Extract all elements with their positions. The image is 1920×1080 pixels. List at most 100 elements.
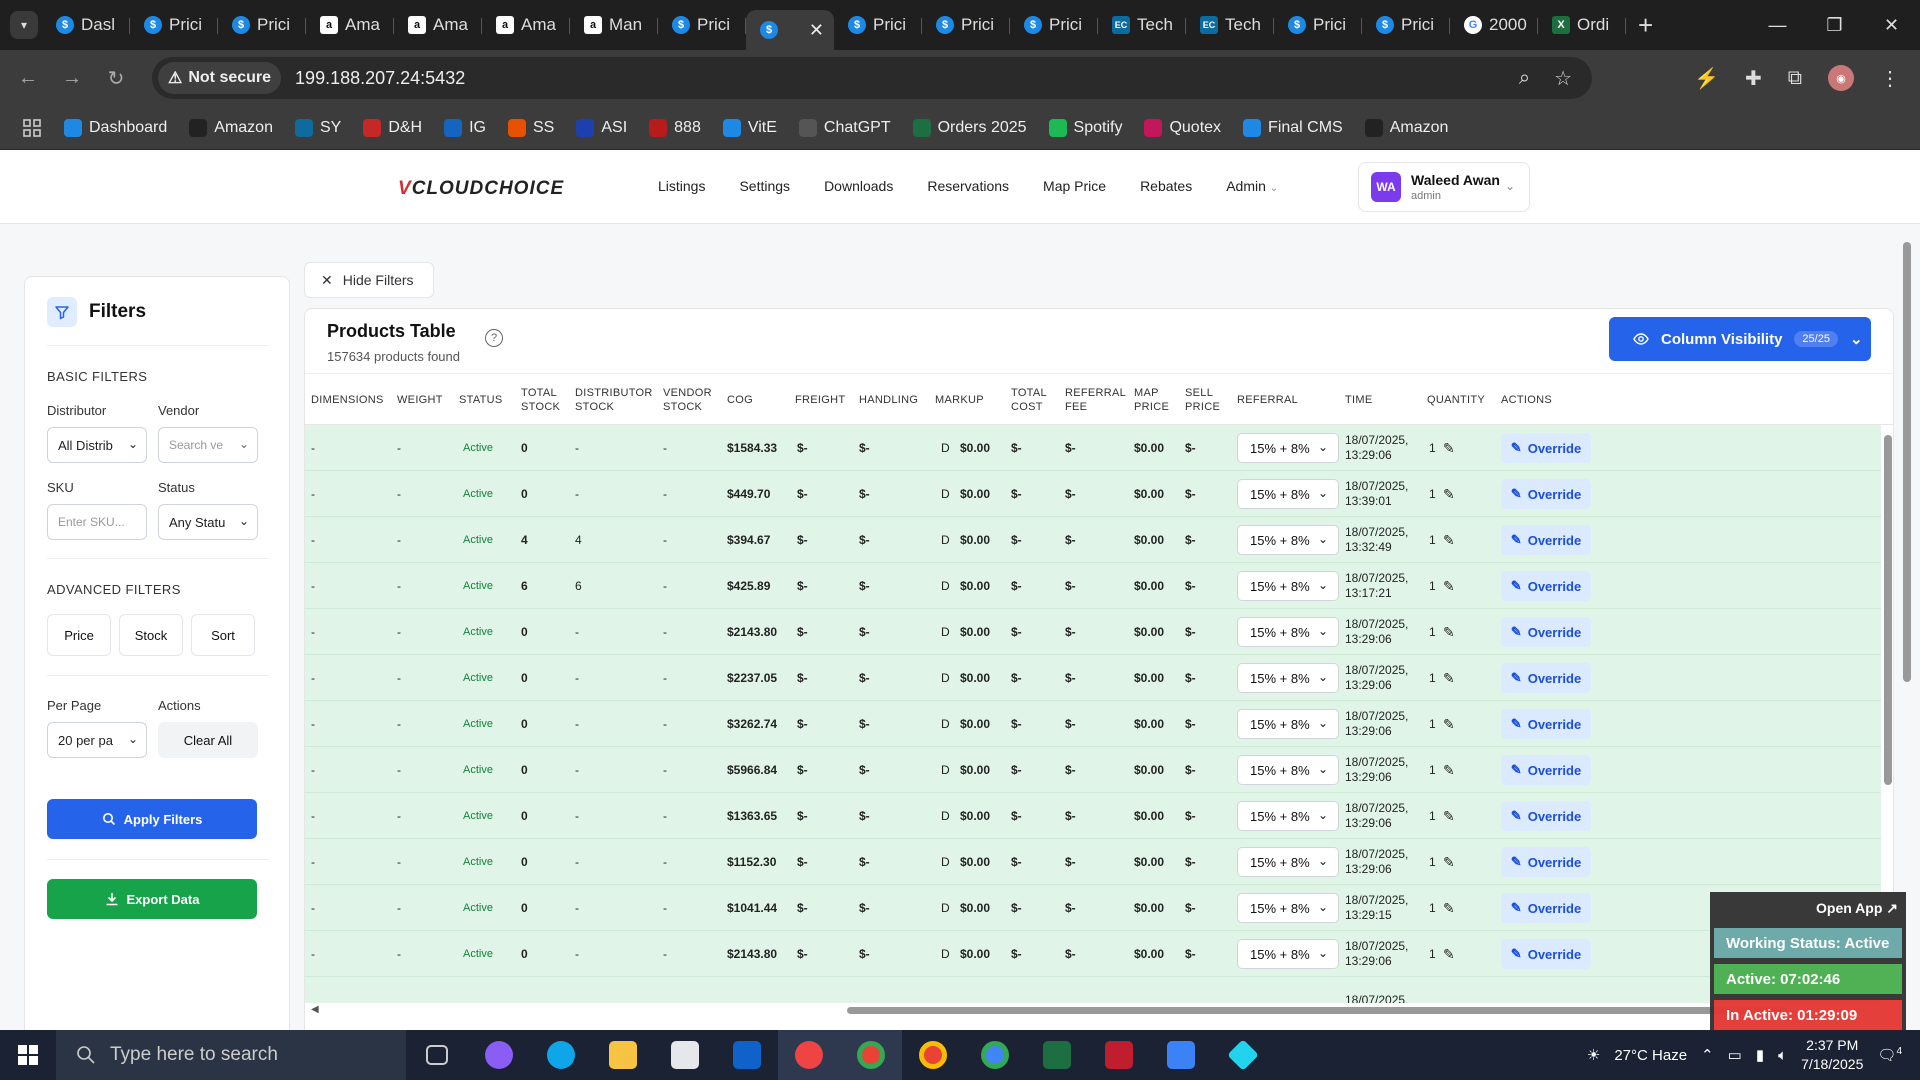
column-header[interactable]: MARKUP (935, 374, 984, 426)
freight-cell[interactable]: $- (797, 701, 808, 747)
copilot-icon[interactable] (468, 1030, 530, 1080)
volume-icon[interactable]: 🔈︎ (1778, 1047, 1787, 1064)
column-header[interactable]: FREIGHT (795, 374, 845, 426)
bookmark-item[interactable]: IG (444, 118, 486, 137)
column-header[interactable]: STATUS (459, 374, 503, 426)
override-button[interactable]: ✎ Override (1501, 755, 1591, 785)
override-button[interactable]: ✎ Override (1501, 663, 1591, 693)
zoom-icon[interactable]: ⌕ (1519, 67, 1530, 90)
apply-filters-button[interactable]: Apply Filters (47, 799, 257, 839)
referral-select[interactable]: 15% + 8% ⌄ (1237, 571, 1339, 601)
referral-select[interactable]: 15% + 8% ⌄ (1237, 847, 1339, 877)
browser-tab[interactable]: a Ama (306, 8, 394, 42)
override-button[interactable]: ✎ Override (1501, 479, 1591, 509)
status-select[interactable]: Any Statu ⌄ (158, 504, 258, 540)
excel-icon[interactable] (1026, 1030, 1088, 1080)
nav-downloads[interactable]: Downloads (824, 178, 893, 194)
omnibox[interactable]: ⚠ Not secure 199.188.207.24:5432 ⌕ ☆ (152, 57, 1592, 99)
browser-tab[interactable]: EC Tech (1186, 8, 1274, 42)
table-row[interactable]: - - Active 0 - - $2143.80 $- $- D $0.00 $- $- $0.00 $-… (305, 931, 1893, 977)
browser-tab[interactable]: $ Prici (1274, 8, 1362, 42)
freight-cell[interactable]: $- (797, 425, 808, 471)
column-header[interactable]: REFERRAL FEE (1065, 374, 1126, 426)
column-header[interactable]: QUANTITY (1427, 374, 1485, 426)
scroll-left-arrow-icon[interactable]: ◀ (311, 1004, 319, 1015)
edit-quantity-icon[interactable]: ✎ (1443, 425, 1455, 471)
bookmark-item[interactable]: ASI (576, 118, 627, 137)
freight-cell[interactable]: $- (797, 793, 808, 839)
task-view-icon[interactable] (406, 1030, 468, 1080)
file-explorer-icon[interactable] (592, 1030, 654, 1080)
column-header[interactable]: DISTRIBUTOR STOCK (575, 374, 653, 426)
override-button[interactable]: ✎ Override (1501, 801, 1591, 831)
freight-cell[interactable]: $- (797, 471, 808, 517)
extension-icon[interactable]: ⚡ (1694, 66, 1719, 91)
table-row[interactable]: - - Active 0 - - $1152.30 $- $- D $0.00 $- $- $0.00 $-… (305, 839, 1893, 885)
sku-input[interactable]: Enter SKU... (47, 504, 147, 540)
bookmark-item[interactable]: Spotify (1048, 118, 1122, 137)
tab-search-button[interactable]: ▾ (10, 11, 38, 39)
bookmark-item[interactable]: ChatGPT (798, 118, 891, 137)
browser-tab[interactable]: a Man (570, 8, 658, 42)
store-icon[interactable] (654, 1030, 716, 1080)
table-row[interactable]: - - Active 4 4 - $394.67 $- $- D $0.00 $- $- $0.00 $- 1… (305, 517, 1893, 563)
bookmark-item[interactable]: Quotex (1144, 118, 1221, 137)
browser-tab[interactable]: $ Prici (218, 8, 306, 42)
help-icon[interactable]: ? (485, 329, 503, 347)
filezilla-icon[interactable] (1088, 1030, 1150, 1080)
table-row[interactable]: - - Active 0 - - $449.70 $- $- D $0.00 $- $- $0.00 $- 1… (305, 471, 1893, 517)
referral-select[interactable]: 15% + 8% ⌄ (1237, 433, 1339, 463)
notification-icon[interactable]: 🗨︎4 (1877, 1046, 1902, 1064)
column-header[interactable]: TIME (1345, 374, 1372, 426)
open-app-link[interactable]: Open App ↗ (1816, 900, 1898, 917)
chrome-icon[interactable] (964, 1030, 1026, 1080)
back-button[interactable]: ← (6, 67, 50, 90)
nav-rebates[interactable]: Rebates (1140, 178, 1192, 194)
column-header[interactable]: SELL PRICE (1185, 374, 1220, 426)
edit-quantity-icon[interactable]: ✎ (1443, 655, 1455, 701)
scrollbar-thumb[interactable] (1884, 435, 1892, 785)
export-data-button[interactable]: Export Data (47, 879, 257, 919)
taskbar-search-box[interactable]: Type here to search (56, 1030, 406, 1080)
edge-icon[interactable] (530, 1030, 592, 1080)
freight-cell[interactable]: $- (797, 885, 808, 931)
table-row[interactable]: - - Active 6 6 - $425.89 $- $- D $0.00 $- $- $0.00 $- 1… (305, 563, 1893, 609)
override-button[interactable]: ✎ Override (1501, 525, 1591, 555)
referral-select[interactable]: 15% + 8% ⌄ (1237, 617, 1339, 647)
bookmark-item[interactable]: Final CMS (1243, 118, 1343, 137)
browser-tab[interactable]: $ Dasl (42, 8, 130, 42)
browser-tab[interactable]: EC Tech (1098, 8, 1186, 42)
vendor-search-input[interactable]: Search ve ⌄ (158, 427, 258, 463)
freight-cell[interactable]: $- (797, 655, 808, 701)
reload-button[interactable]: ↻ (94, 66, 138, 91)
edit-quantity-icon[interactable]: ✎ (1443, 471, 1455, 517)
weather-text[interactable]: 27°C Haze (1614, 1047, 1687, 1064)
referral-select[interactable]: 15% + 8% ⌄ (1237, 663, 1339, 693)
browser-tab[interactable]: $ Prici (922, 8, 1010, 42)
freight-cell[interactable]: $- (797, 609, 808, 655)
nav-map-price[interactable]: Map Price (1043, 178, 1106, 194)
override-button[interactable]: ✎ Override (1501, 939, 1591, 969)
scrollbar-thumb[interactable] (847, 1007, 1787, 1014)
close-window-button[interactable]: ✕ (1863, 0, 1920, 50)
user-menu[interactable]: WA Waleed Awan admin ⌄ (1358, 162, 1530, 212)
table-row[interactable]: - - Active 0 - - $3262.74 $- $- D $0.00 $- $- $0.00 $-… (305, 701, 1893, 747)
chevron-up-icon[interactable]: ⌃ (1701, 1046, 1714, 1064)
new-tab-button[interactable]: + (1638, 10, 1653, 41)
table-row[interactable]: - - Active 0 - - $1584.33 $- $- D $0.00 $- $- $0.00 $-… (305, 425, 1893, 471)
apps-grid-icon[interactable] (22, 118, 44, 138)
browser-tab[interactable]: a Ama (394, 8, 482, 42)
nav-settings[interactable]: Settings (739, 178, 790, 194)
column-header[interactable]: VENDOR STOCK (663, 374, 712, 426)
override-button[interactable]: ✎ Override (1501, 433, 1591, 463)
edit-quantity-icon[interactable]: ✎ (1443, 563, 1455, 609)
clock[interactable]: 2:37 PM 7/18/2025 (1801, 1036, 1863, 1074)
freight-cell[interactable]: $- (797, 517, 808, 563)
column-header[interactable]: WEIGHT (397, 374, 443, 426)
referral-select[interactable]: 15% + 8% ⌄ (1237, 801, 1339, 831)
table-row[interactable]: - - Active 0 - - $1041.44 $- $- D $0.00 $- $- $0.00 $-… (305, 885, 1893, 931)
column-header[interactable]: COG (727, 374, 753, 426)
browser-tab[interactable]: X Ordi (1538, 8, 1626, 42)
browser-tab[interactable]: $ ✕ (746, 10, 834, 50)
security-chip[interactable]: ⚠ Not secure (158, 62, 282, 94)
